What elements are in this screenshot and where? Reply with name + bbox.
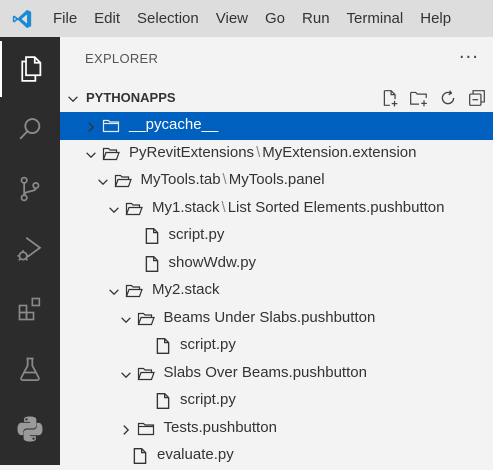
run-debug-icon[interactable] (0, 221, 60, 277)
tree-item-segment: MyExtension.extension (262, 143, 417, 161)
search-icon[interactable] (0, 101, 60, 157)
sidebar-title: EXPLORER (85, 51, 159, 66)
folder-icon (102, 117, 120, 135)
tree-item-segment: List Sorted Elements.pushbutton (227, 198, 445, 216)
new-folder-icon[interactable] (409, 88, 429, 108)
vscode-logo-icon[interactable] (0, 0, 44, 37)
chevron-down-icon[interactable] (119, 367, 133, 381)
tree-folder[interactable]: My1.stack \ List Sorted Elements.pushbutto… (60, 195, 493, 223)
path-separator: \ (221, 198, 226, 216)
tree-item-segment: evaluate.py (157, 446, 234, 463)
tree-item-segment: showWdw.py (168, 253, 257, 271)
source-control-icon[interactable] (0, 161, 60, 217)
tree-item-segment: script.py (180, 336, 236, 353)
tree-file[interactable]: script.py (60, 387, 493, 415)
menu-view[interactable]: View (207, 0, 256, 37)
tree-item-segment: Beams Under Slabs.pushbutton (163, 308, 376, 326)
tree-item-segment: My1.stack (152, 198, 220, 216)
tree-file[interactable]: evaluate.py (60, 442, 493, 470)
file-icon (132, 447, 150, 465)
chevron-down-icon (66, 91, 80, 110)
file-icon (144, 255, 162, 273)
tree-folder[interactable]: __pycache__ (60, 112, 493, 140)
tree-item-label: My2.stack (152, 281, 220, 298)
folder-open-icon (137, 365, 155, 383)
path-separator: \ (256, 143, 261, 161)
tree-item-segment: MyTools.tab (140, 171, 221, 188)
activity-bar (0, 37, 60, 465)
python-icon[interactable] (0, 401, 60, 457)
explorer-sidebar: EXPLORER ··· PYTHONAPPS __pycache__ PyRev… (60, 37, 493, 465)
file-icon (155, 392, 173, 410)
tree-item-segment: script.py (180, 391, 236, 408)
workspace-section-header[interactable]: PYTHONAPPS (60, 85, 493, 111)
menu-edit[interactable]: Edit (85, 0, 128, 37)
path-separator: \ (222, 171, 227, 188)
tree-folder[interactable]: Tests.pushbutton (60, 415, 493, 443)
workspace-title: PYTHONAPPS (86, 90, 176, 105)
tree-item-segment: Slabs Over Beams.pushbutton (163, 363, 367, 381)
tree-folder[interactable]: MyTools.tab \ MyTools.panel (60, 167, 493, 195)
tree-item-segment: My2.stack (152, 281, 220, 298)
menu-file[interactable]: File (44, 0, 85, 37)
tree-item-segment: MyTools.panel (228, 171, 325, 188)
chevron-down-icon[interactable] (107, 284, 121, 298)
menu-selection[interactable]: Selection (128, 0, 207, 37)
tree-item-segment: PyRevitExtensions (129, 143, 255, 161)
refresh-icon[interactable] (438, 88, 458, 108)
file-tree: __pycache__ PyRevitExtensions \ MyExtension… (60, 112, 493, 470)
tree-item-label: PyRevitExtensions \ MyExtension.extension (129, 144, 416, 161)
chevron-down-icon[interactable] (84, 147, 98, 161)
tree-item-label: Beams Under Slabs.pushbutton (164, 309, 376, 326)
folder-open-icon (114, 172, 132, 190)
folder-open-icon (125, 282, 143, 300)
tree-folder[interactable]: PyRevitExtensions \ MyExtension.extension (60, 140, 493, 168)
tree-file[interactable]: showWdw.py (60, 250, 493, 278)
tree-item-label: My1.stack \ List Sorted Elements.pushbutto… (152, 199, 444, 216)
tree-item-label: __pycache__ (129, 116, 218, 133)
tree-item-label: showWdw.py (169, 254, 257, 271)
explorer-icon[interactable] (0, 41, 60, 97)
folder-open-icon (137, 310, 155, 328)
collapse-all-icon[interactable] (467, 88, 487, 108)
menu-bar: File Edit Selection View Go Run Terminal Help (0, 0, 493, 37)
tree-folder[interactable]: Slabs Over Beams.pushbutton (60, 360, 493, 388)
menu-terminal[interactable]: Terminal (338, 0, 412, 37)
menu-help[interactable]: Help (411, 0, 459, 37)
folder-open-icon (125, 200, 143, 218)
tree-item-label: Tests.pushbutton (164, 419, 277, 436)
tree-item-label: script.py (180, 336, 236, 353)
tree-folder[interactable]: My2.stack (60, 277, 493, 305)
folder-open-icon (102, 145, 120, 163)
tree-item-label: script.py (169, 226, 225, 243)
tree-file[interactable]: script.py (60, 332, 493, 360)
extensions-icon[interactable] (0, 281, 60, 337)
testing-icon[interactable] (0, 341, 60, 397)
chevron-down-icon[interactable] (107, 202, 121, 216)
file-icon (144, 227, 162, 245)
new-file-icon[interactable] (380, 88, 400, 108)
chevron-right-icon[interactable] (84, 119, 98, 133)
tree-item-label: MyTools.tab \ MyTools.panel (141, 171, 325, 188)
chevron-right-icon[interactable] (119, 422, 133, 436)
file-icon (155, 337, 173, 355)
chevron-down-icon[interactable] (96, 174, 110, 188)
chevron-down-icon[interactable] (119, 312, 133, 326)
tree-item-label: script.py (180, 391, 236, 408)
more-actions-icon[interactable]: ··· (459, 47, 479, 68)
tree-item-segment: __pycache__ (129, 116, 219, 133)
tree-file[interactable]: script.py (60, 222, 493, 250)
menu-go[interactable]: Go (256, 0, 293, 37)
tree-folder[interactable]: Beams Under Slabs.pushbutton (60, 305, 493, 333)
tree-item-segment: Tests.pushbutton (163, 418, 277, 436)
tree-item-segment: script.py (168, 226, 225, 243)
menu-run[interactable]: Run (293, 0, 338, 37)
folder-icon (137, 420, 155, 438)
tree-item-label: evaluate.py (157, 446, 234, 463)
tree-item-label: Slabs Over Beams.pushbutton (164, 364, 367, 381)
